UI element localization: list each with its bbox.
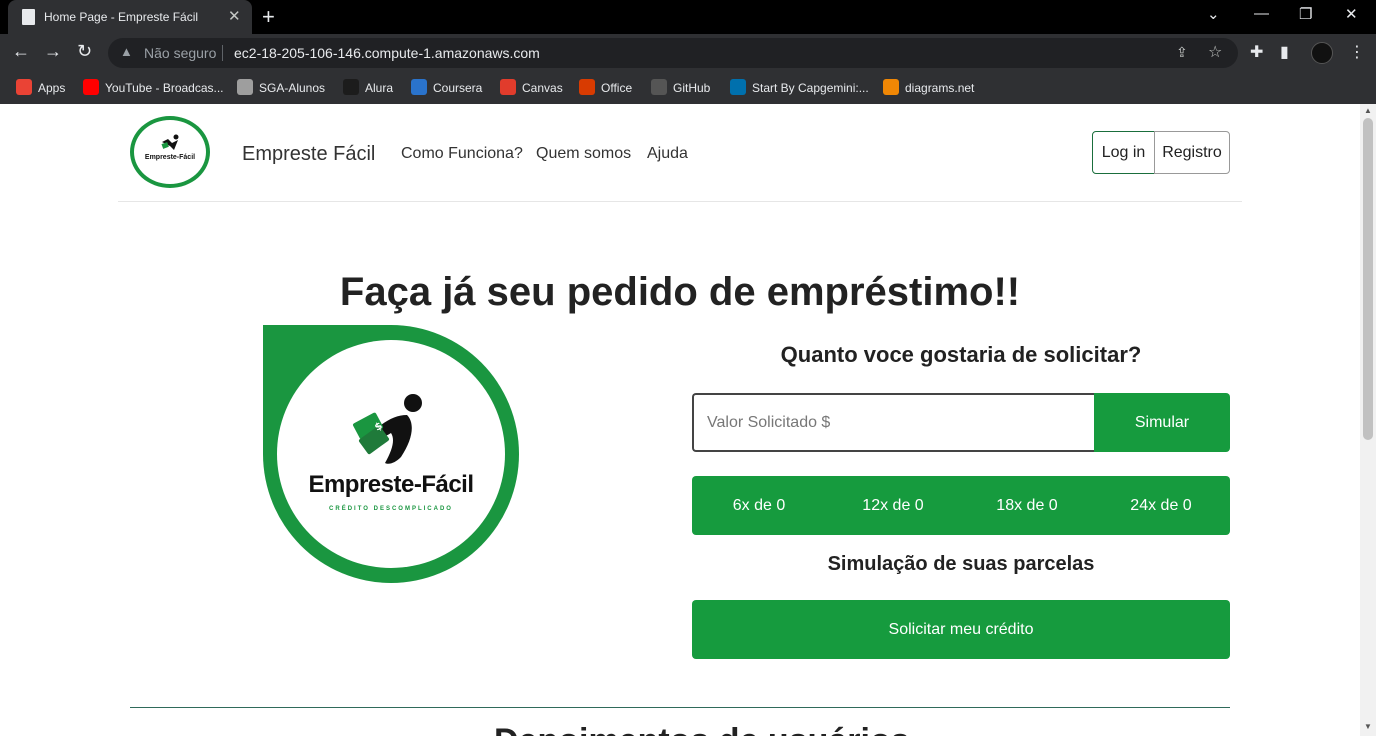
bookmark-label: Alura xyxy=(365,81,394,95)
divider xyxy=(222,45,223,61)
simulation-title: Simulação de suas parcelas xyxy=(827,553,1095,575)
nav-quem-somos[interactable]: Quem somos xyxy=(536,145,631,163)
bookmarks-bar: Apps YouTube - Broadcas... SGA-Alunos Al… xyxy=(0,72,1376,104)
reload-icon[interactable]: ↻ xyxy=(77,41,92,62)
close-window-icon[interactable]: ✕ xyxy=(1345,5,1358,23)
back-arrow-icon[interactable]: ← xyxy=(12,41,30,62)
bookmark-label: YouTube - Broadcas... xyxy=(105,81,224,95)
github-icon xyxy=(651,79,667,95)
canvas-icon xyxy=(500,79,516,95)
logo-text: Empreste-Fácil xyxy=(144,154,196,161)
bookmark-github[interactable]: GitHub xyxy=(651,78,710,98)
installment-18x: 18x de 0 xyxy=(996,497,1058,514)
browser-toolbar: ← → ↻ ▲ Não seguro ec2-18-205-106-146.co… xyxy=(0,34,1376,72)
brand-name[interactable]: Empreste Fácil xyxy=(242,143,375,166)
header-divider xyxy=(118,201,1242,202)
bookmark-label: Coursera xyxy=(433,81,483,95)
request-credit-button[interactable]: Solicitar meu crédito xyxy=(692,600,1230,659)
tab-title: Home Page - Empreste Fácil xyxy=(44,10,199,24)
bookmark-label: GitHub xyxy=(673,81,711,95)
bookmark-office[interactable]: Office xyxy=(579,78,632,98)
section-divider xyxy=(130,707,1230,708)
diagrams-icon xyxy=(883,79,899,95)
installment-12x: 12x de 0 xyxy=(862,497,924,514)
security-status[interactable]: Não seguro xyxy=(144,45,216,61)
register-button[interactable]: Registro xyxy=(1154,131,1230,174)
browser-tab[interactable]: Home Page - Empreste Fácil ✕ xyxy=(8,0,252,34)
page-favicon-icon xyxy=(22,9,35,25)
amount-question: Quanto voce gostaria de solicitar? xyxy=(780,342,1142,367)
coursera-icon xyxy=(411,79,427,95)
sga-icon xyxy=(237,79,253,95)
nav-ajuda[interactable]: Ajuda xyxy=(647,145,688,163)
logo-ring-icon: $ xyxy=(263,325,519,583)
bookmark-apps[interactable]: Apps xyxy=(16,78,65,98)
restore-icon[interactable]: ❐ xyxy=(1299,5,1312,23)
bookmark-label: diagrams.net xyxy=(905,81,975,95)
youtube-icon xyxy=(83,79,99,95)
amount-input-group: Simular xyxy=(692,393,1230,452)
tab-search-chevron-icon[interactable]: ⌄ xyxy=(1207,5,1220,23)
side-panel-icon[interactable]: ▮ xyxy=(1280,42,1289,62)
forward-arrow-icon[interactable]: → xyxy=(44,41,62,62)
scrollbar-thumb[interactable] xyxy=(1363,118,1373,440)
alura-icon xyxy=(343,79,359,95)
extensions-puzzle-icon[interactable]: ✚ xyxy=(1250,42,1263,62)
minimize-icon[interactable]: — xyxy=(1254,5,1269,22)
share-icon[interactable]: ⇪ xyxy=(1176,44,1188,61)
simulate-button[interactable]: Simular xyxy=(1094,393,1230,452)
address-bar[interactable]: ▲ Não seguro ec2-18-205-106-146.compute-… xyxy=(108,38,1238,68)
site-logo[interactable]: Empreste-Fácil xyxy=(130,116,210,188)
hero-logo-tagline: CRÉDITO DESCOMPLICADO xyxy=(329,506,453,512)
installment-6x: 6x de 0 xyxy=(732,497,786,514)
bookmark-capgemini[interactable]: Start By Capgemini:... xyxy=(730,78,869,98)
scroll-down-icon[interactable]: ▼ xyxy=(1364,722,1372,731)
bookmark-canvas[interactable]: Canvas xyxy=(500,78,563,98)
bookmark-label: Canvas xyxy=(522,81,563,95)
office-icon xyxy=(579,79,595,95)
warning-triangle-icon[interactable]: ▲ xyxy=(120,44,133,59)
bookmark-label: Apps xyxy=(38,81,66,95)
bookmark-star-icon[interactable]: ☆ xyxy=(1208,42,1222,62)
bookmark-sga-alunos[interactable]: SGA-Alunos xyxy=(237,78,325,98)
bookmark-label: Start By Capgemini:... xyxy=(752,81,869,95)
bookmark-label: Office xyxy=(601,81,633,95)
page-viewport: Empreste-Fácil Empreste Fácil Como Funci… xyxy=(0,104,1360,736)
url-text[interactable]: ec2-18-205-106-146.compute-1.amazonaws.c… xyxy=(234,45,540,61)
bookmark-diagrams[interactable]: diagrams.net xyxy=(883,78,974,98)
apps-grid-icon xyxy=(16,79,32,95)
scroll-up-icon[interactable]: ▲ xyxy=(1364,106,1372,115)
bookmark-coursera[interactable]: Coursera xyxy=(411,78,482,98)
page-title: Faça já seu pedido de empréstimo!! xyxy=(339,270,1021,314)
bookmark-youtube[interactable]: YouTube - Broadcas... xyxy=(83,78,224,98)
login-button[interactable]: Log in xyxy=(1092,131,1155,174)
close-tab-icon[interactable]: ✕ xyxy=(228,7,241,25)
new-tab-button[interactable]: + xyxy=(262,4,275,30)
kebab-menu-icon[interactable]: ⋮ xyxy=(1349,42,1365,62)
browser-tab-strip: Home Page - Empreste Fácil ✕ + ⌄ — ❐ ✕ xyxy=(0,0,1376,34)
money-figure-icon xyxy=(161,134,179,150)
next-section-title: Depoimentos de usuários xyxy=(494,722,910,736)
page-scrollbar[interactable]: ▲ ▼ xyxy=(1360,104,1376,736)
hero-logo: $ Empreste-Fácil CRÉDITO DESCOMPLICADO xyxy=(263,325,519,583)
installment-24x: 24x de 0 xyxy=(1130,497,1192,514)
bookmark-label: SGA-Alunos xyxy=(259,81,326,95)
amount-input[interactable] xyxy=(692,393,1094,452)
profile-avatar[interactable] xyxy=(1311,42,1333,64)
capgemini-icon xyxy=(730,79,746,95)
hero-logo-wordmark: Empreste-Fácil xyxy=(308,471,474,498)
installments-bar: 6x de 0 12x de 0 18x de 0 24x de 0 xyxy=(692,476,1230,535)
nav-como-funciona[interactable]: Como Funciona? xyxy=(401,145,523,163)
bookmark-alura[interactable]: Alura xyxy=(343,78,393,98)
